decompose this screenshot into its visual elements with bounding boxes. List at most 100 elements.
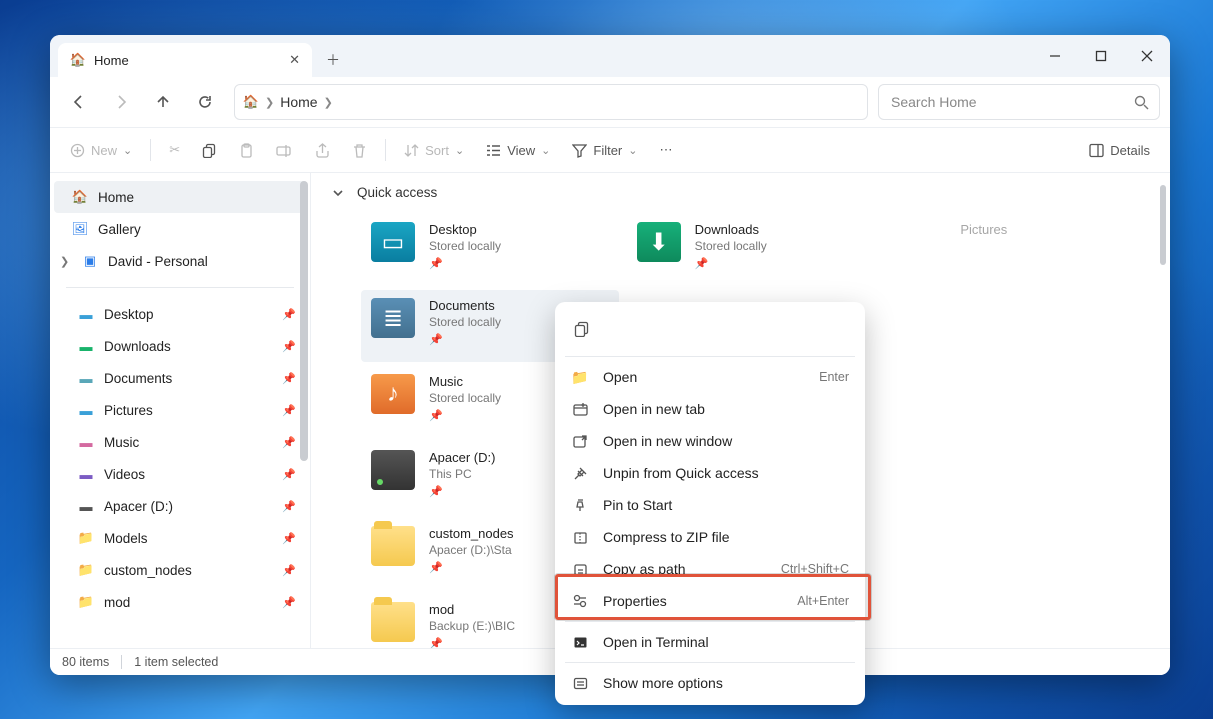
context-menu-open-in-terminal[interactable]: Open in Terminal xyxy=(555,626,865,658)
share-button[interactable] xyxy=(305,134,340,166)
view-button[interactable]: View ⌄ xyxy=(476,134,560,166)
sidebar-item-home[interactable]: 🏠Home xyxy=(54,181,306,213)
content-scrollbar[interactable] xyxy=(1160,185,1166,265)
address-bar: 🏠 ❯ Home ❯ xyxy=(50,77,1170,127)
pin-icon: 📌 xyxy=(282,436,296,449)
sidebar-item-label: Models xyxy=(104,531,148,546)
copy-button[interactable] xyxy=(565,314,599,344)
context-menu-unpin-from-quick-access[interactable]: Unpin from Quick access xyxy=(555,457,865,489)
sidebar: 🏠Home🖼Gallery❯▣David - Personal ▬Desktop… xyxy=(50,173,311,648)
quick-access-header[interactable]: Quick access xyxy=(331,185,1150,200)
sidebar-item-label: Music xyxy=(104,435,139,450)
pin-icon: 📌 xyxy=(429,637,515,648)
sidebar-item-music[interactable]: ▬Music📌 xyxy=(50,426,310,458)
chevron-down-icon: ⌄ xyxy=(628,144,637,157)
search-box[interactable] xyxy=(878,84,1160,120)
pin-icon: 📌 xyxy=(282,340,296,353)
new-button[interactable]: New ⌄ xyxy=(60,134,142,166)
pin-icon: 📌 xyxy=(429,561,514,574)
delete-button[interactable] xyxy=(342,134,377,166)
up-button[interactable] xyxy=(144,84,182,120)
context-menu-open-in-new-tab[interactable]: Open in new tab xyxy=(555,393,865,425)
sidebar-item-label: Documents xyxy=(104,371,172,386)
sidebar-item-label: Apacer (D:) xyxy=(104,499,173,514)
chevron-right-icon[interactable]: ❯ xyxy=(60,255,72,268)
separator xyxy=(150,139,151,161)
quick-access-item-desktop[interactable]: ▭DesktopStored locally📌 xyxy=(361,214,619,286)
cut-icon: ✂ xyxy=(169,142,180,158)
back-button[interactable] xyxy=(60,84,98,120)
sidebar-item-pictures[interactable]: ▬Pictures📌 xyxy=(50,394,310,426)
close-button[interactable] xyxy=(1124,35,1170,77)
quick-access-item-downloads[interactable]: ⬇DownloadsStored locally📌 xyxy=(627,214,885,286)
quick-access-item-pictures[interactable]: Pictures xyxy=(892,214,1150,286)
sidebar-item-models[interactable]: 📁Models📌 xyxy=(50,522,310,554)
sidebar-item-label: mod xyxy=(104,595,130,610)
pin-icon: 📌 xyxy=(282,500,296,513)
context-menu-pin-to-start[interactable]: Pin to Start xyxy=(555,489,865,521)
sidebar-scrollbar[interactable] xyxy=(300,181,308,461)
context-menu-properties[interactable]: PropertiesAlt+Enter xyxy=(555,585,865,617)
context-menu-label: Unpin from Quick access xyxy=(603,465,759,481)
copy-icon xyxy=(202,143,217,158)
titlebar: 🏠 Home ✕ ＋ xyxy=(50,35,1170,77)
sidebar-item-label: Gallery xyxy=(98,222,141,237)
sidebar-item-gallery[interactable]: 🖼Gallery xyxy=(50,213,310,245)
chevron-right-icon: ❯ xyxy=(324,96,333,109)
context-menu-copy-as-path[interactable]: Copy as pathCtrl+Shift+C xyxy=(555,553,865,585)
sort-button[interactable]: Sort ⌄ xyxy=(394,134,474,166)
cut-button[interactable]: ✂ xyxy=(159,134,190,166)
pin-icon: 📌 xyxy=(282,468,296,481)
search-icon[interactable] xyxy=(1134,95,1149,110)
item-subtitle: Stored locally xyxy=(695,239,767,253)
copy-button[interactable] xyxy=(192,134,227,166)
sidebar-item-mod[interactable]: 📁mod📌 xyxy=(50,586,310,618)
filter-icon xyxy=(572,143,587,158)
forward-button[interactable] xyxy=(102,84,140,120)
separator xyxy=(565,621,855,622)
sidebar-item-apacer-d-[interactable]: ▬Apacer (D:)📌 xyxy=(50,490,310,522)
details-button[interactable]: Details xyxy=(1079,134,1160,166)
rename-button[interactable] xyxy=(266,134,303,166)
search-input[interactable] xyxy=(889,93,1126,111)
paste-button[interactable] xyxy=(229,134,264,166)
sidebar-item-custom-nodes[interactable]: 📁custom_nodes📌 xyxy=(50,554,310,586)
item-title: custom_nodes xyxy=(429,526,514,541)
context-menu-compress-to-zip-file[interactable]: Compress to ZIP file xyxy=(555,521,865,553)
minimize-button[interactable] xyxy=(1032,35,1078,77)
pin-icon: 📌 xyxy=(429,409,501,422)
sidebar-item-downloads[interactable]: ▬Downloads📌 xyxy=(50,330,310,362)
home-icon: 🏠 xyxy=(243,94,259,110)
paste-icon xyxy=(239,143,254,158)
more-button[interactable]: ⋯ xyxy=(649,134,682,166)
rename-icon xyxy=(276,143,293,158)
item-subtitle: Stored locally xyxy=(429,315,501,329)
pin-icon: 📌 xyxy=(282,404,296,417)
item-title: Downloads xyxy=(695,222,767,237)
sidebar-item-david-personal[interactable]: ❯▣David - Personal xyxy=(50,245,310,277)
item-subtitle: Apacer (D:)\Sta xyxy=(429,543,514,557)
tab-home[interactable]: 🏠 Home ✕ xyxy=(58,43,312,77)
context-menu-label: Copy as path xyxy=(603,561,686,577)
sidebar-item-label: custom_nodes xyxy=(104,563,192,578)
pin-icon: 📌 xyxy=(429,485,495,498)
filter-button[interactable]: Filter ⌄ xyxy=(562,134,647,166)
separator xyxy=(66,287,294,288)
sidebar-item-desktop[interactable]: ▬Desktop📌 xyxy=(50,298,310,330)
breadcrumb[interactable]: 🏠 ❯ Home ❯ xyxy=(234,84,868,120)
separator xyxy=(565,356,855,357)
context-menu-open-in-new-window[interactable]: Open in new window xyxy=(555,425,865,457)
tab-close-icon[interactable]: ✕ xyxy=(289,52,300,68)
maximize-button[interactable] xyxy=(1078,35,1124,77)
context-menu-label: Open xyxy=(603,369,637,385)
refresh-button[interactable] xyxy=(186,84,224,120)
separator xyxy=(385,139,386,161)
sidebar-item-documents[interactable]: ▬Documents📌 xyxy=(50,362,310,394)
sidebar-item-videos[interactable]: ▬Videos📌 xyxy=(50,458,310,490)
context-menu-show-more-options[interactable]: Show more options xyxy=(555,667,865,699)
toolbar: New ⌄ ✂ Sort ⌄ View ⌄ xyxy=(50,127,1170,173)
context-menu-open[interactable]: 📁OpenEnter xyxy=(555,361,865,393)
new-tab-button[interactable]: ＋ xyxy=(316,43,350,77)
chevron-down-icon: ⌄ xyxy=(541,144,550,157)
item-title: Desktop xyxy=(429,222,501,237)
